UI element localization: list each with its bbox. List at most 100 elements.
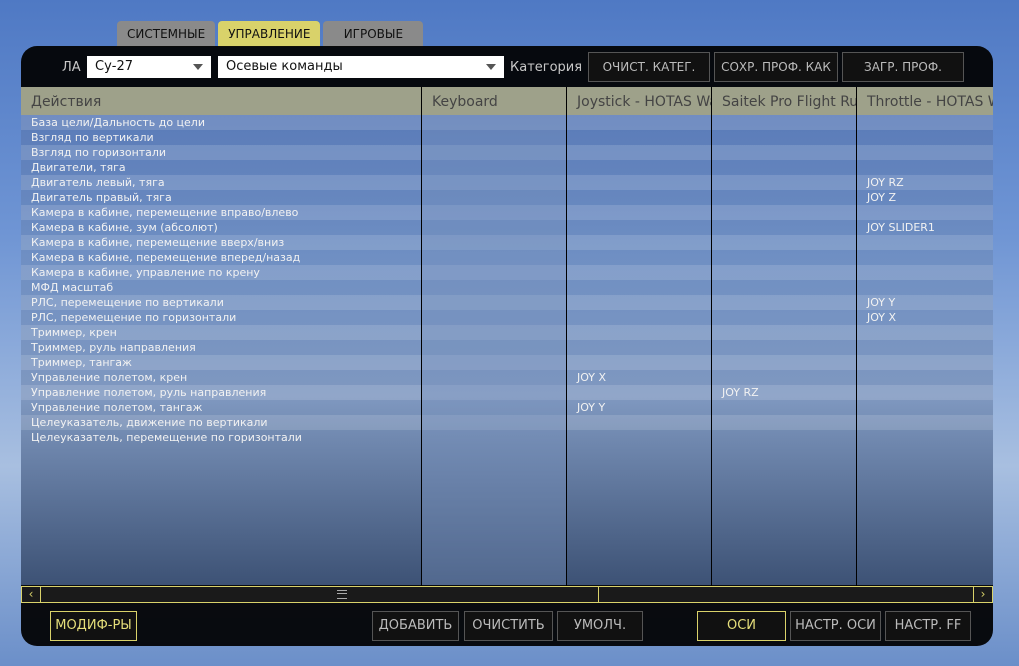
add-button[interactable]: ДОБАВИТЬ (372, 611, 459, 641)
rudder-binding-cell[interactable] (712, 175, 856, 190)
rudder-binding-cell[interactable] (712, 355, 856, 370)
throttle-binding-cell[interactable] (857, 265, 993, 280)
action-cell[interactable]: Двигатели, тяга (21, 160, 421, 175)
action-cell[interactable]: Двигатель левый, тяга (21, 175, 421, 190)
action-cell[interactable]: Управление полетом, тангаж (21, 400, 421, 415)
throttle-binding-cell[interactable] (857, 325, 993, 340)
action-cell[interactable]: Управление полетом, руль направления (21, 385, 421, 400)
joystick-binding-cell[interactable] (567, 145, 711, 160)
rudder-binding-cell[interactable] (712, 115, 856, 130)
rudder-binding-cell[interactable] (712, 190, 856, 205)
joystick-binding-cell[interactable] (567, 250, 711, 265)
column-header-keyboard[interactable]: Keyboard (422, 87, 566, 115)
throttle-binding-cell[interactable]: JOY Z (857, 190, 993, 205)
throttle-binding-cell[interactable] (857, 235, 993, 250)
action-cell[interactable]: РЛС, перемещение по горизонтали (21, 310, 421, 325)
throttle-binding-cell[interactable] (857, 145, 993, 160)
rudder-binding-cell[interactable] (712, 160, 856, 175)
throttle-binding-cell[interactable] (857, 160, 993, 175)
rudder-binding-cell[interactable] (712, 370, 856, 385)
rudder-binding-cell[interactable] (712, 145, 856, 160)
action-cell[interactable]: Двигатель правый, тяга (21, 190, 421, 205)
tab-gameplay[interactable]: ИГРОВЫЕ (323, 21, 424, 47)
clear-category-button[interactable]: ОЧИСТ. КАТЕГ. (588, 52, 710, 82)
joystick-binding-cell[interactable] (567, 115, 711, 130)
aircraft-select[interactable]: Су-27 (87, 56, 211, 78)
throttle-binding-cell[interactable] (857, 385, 993, 400)
rudder-binding-cell[interactable] (712, 295, 856, 310)
action-cell[interactable]: Камера в кабине, перемещение вперед/наза… (21, 250, 421, 265)
throttle-binding-cell[interactable] (857, 130, 993, 145)
rudder-binding-cell[interactable] (712, 340, 856, 355)
joystick-binding-cell[interactable] (567, 325, 711, 340)
joystick-binding-cell[interactable] (567, 385, 711, 400)
rudder-binding-cell[interactable] (712, 130, 856, 145)
joystick-binding-cell[interactable] (567, 235, 711, 250)
joystick-binding-cell[interactable] (567, 340, 711, 355)
joystick-binding-cell[interactable] (567, 430, 711, 445)
joystick-binding-cell[interactable] (567, 295, 711, 310)
rudder-binding-cell[interactable] (712, 415, 856, 430)
column-header-joystick[interactable]: Joystick - HOTAS Warthog (567, 87, 711, 115)
scroll-right-icon[interactable]: › (973, 587, 992, 602)
action-cell[interactable]: Триммер, крен (21, 325, 421, 340)
joystick-binding-cell[interactable] (567, 205, 711, 220)
ff-tune-button[interactable]: НАСТР. FF (885, 611, 971, 641)
axis-tune-button[interactable]: НАСТР. ОСИ (790, 611, 881, 641)
action-cell[interactable]: Взгляд по горизонтали (21, 145, 421, 160)
default-button[interactable]: УМОЛЧ. (557, 611, 643, 641)
joystick-binding-cell[interactable]: JOY Y (567, 400, 711, 415)
category-select[interactable]: Осевые команды (218, 56, 504, 78)
joystick-binding-cell[interactable]: JOY X (567, 370, 711, 385)
throttle-binding-cell[interactable] (857, 355, 993, 370)
action-cell[interactable]: База цели/Дальность до цели (21, 115, 421, 130)
throttle-binding-cell[interactable] (857, 340, 993, 355)
axes-button[interactable]: ОСИ (697, 611, 786, 641)
throttle-binding-cell[interactable] (857, 400, 993, 415)
joystick-binding-cell[interactable] (567, 175, 711, 190)
action-cell[interactable]: Камера в кабине, зум (абсолют) (21, 220, 421, 235)
tab-system[interactable]: СИСТЕМНЫЕ (117, 21, 216, 47)
throttle-binding-cell[interactable] (857, 115, 993, 130)
rudder-binding-cell[interactable] (712, 220, 856, 235)
joystick-binding-cell[interactable] (567, 355, 711, 370)
joystick-binding-cell[interactable] (567, 130, 711, 145)
horizontal-scrollbar[interactable]: ‹ › (21, 586, 993, 603)
scrollbar-thumb[interactable] (42, 587, 599, 602)
action-cell[interactable]: РЛС, перемещение по вертикали (21, 295, 421, 310)
joystick-binding-cell[interactable] (567, 310, 711, 325)
rudder-binding-cell[interactable]: JOY RZ (712, 385, 856, 400)
save-profile-as-button[interactable]: СОХР. ПРОФ. КАК (714, 52, 838, 82)
action-cell[interactable]: Камера в кабине, перемещение вверх/вниз (21, 235, 421, 250)
modifiers-button[interactable]: МОДИФ-РЫ (50, 611, 137, 641)
rudder-binding-cell[interactable] (712, 205, 856, 220)
action-cell[interactable]: Триммер, руль направления (21, 340, 421, 355)
throttle-binding-cell[interactable]: JOY SLIDER1 (857, 220, 993, 235)
joystick-binding-cell[interactable] (567, 280, 711, 295)
rudder-binding-cell[interactable] (712, 265, 856, 280)
joystick-binding-cell[interactable] (567, 190, 711, 205)
action-cell[interactable]: Целеуказатель, перемещение по горизонтал… (21, 430, 421, 445)
throttle-binding-cell[interactable] (857, 250, 993, 265)
action-cell[interactable]: Целеуказатель, движение по вертикали (21, 415, 421, 430)
joystick-binding-cell[interactable] (567, 415, 711, 430)
rudder-binding-cell[interactable] (712, 250, 856, 265)
action-cell[interactable]: Управление полетом, крен (21, 370, 421, 385)
throttle-binding-cell[interactable]: JOY RZ (857, 175, 993, 190)
throttle-binding-cell[interactable] (857, 415, 993, 430)
column-header-actions[interactable]: Действия (21, 87, 421, 115)
joystick-binding-cell[interactable] (567, 220, 711, 235)
throttle-binding-cell[interactable]: JOY Y (857, 295, 993, 310)
rudder-binding-cell[interactable] (712, 400, 856, 415)
rudder-binding-cell[interactable] (712, 430, 856, 445)
action-cell[interactable]: Триммер, тангаж (21, 355, 421, 370)
column-header-rudder[interactable]: Saitek Pro Flight Rudder Pedals (712, 87, 856, 115)
column-header-throttle[interactable]: Throttle - HOTAS Warthog (857, 87, 993, 115)
action-cell[interactable]: Камера в кабине, перемещение вправо/влев… (21, 205, 421, 220)
throttle-binding-cell[interactable] (857, 370, 993, 385)
action-cell[interactable]: Взгляд по вертикали (21, 130, 421, 145)
throttle-binding-cell[interactable] (857, 280, 993, 295)
rudder-binding-cell[interactable] (712, 310, 856, 325)
throttle-binding-cell[interactable]: JOY X (857, 310, 993, 325)
rudder-binding-cell[interactable] (712, 235, 856, 250)
